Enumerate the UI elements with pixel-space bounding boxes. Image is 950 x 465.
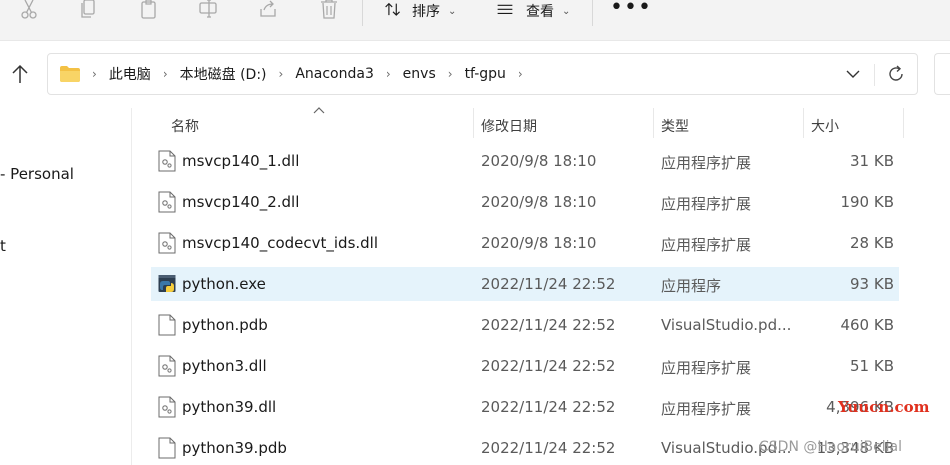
- column-header-size[interactable]: 大小: [811, 116, 839, 136]
- file-row[interactable]: python3.dll 2022/11/24 22:52 应用程序扩展 51 KB: [151, 349, 899, 383]
- dll-file-icon: [158, 191, 176, 213]
- file-size: 31 KB: [850, 152, 894, 170]
- column-header-date[interactable]: 修改日期: [481, 116, 537, 136]
- nav-item-partial[interactable]: t: [0, 237, 6, 255]
- toolbar-separator: [362, 0, 363, 26]
- sort-button[interactable]: 排序 ⌄: [382, 0, 456, 22]
- rename-icon[interactable]: [198, 0, 224, 22]
- file-type: 应用程序扩展: [661, 236, 752, 254]
- file-type: 应用程序: [661, 277, 722, 295]
- file-row[interactable]: msvcp140_2.dll 2020/9/8 18:10 应用程序扩展 190 KB: [151, 185, 899, 219]
- python-exe-icon: [158, 273, 176, 295]
- dll-file-icon: [158, 396, 176, 418]
- file-row[interactable]: python.exe 2022/11/24 22:52 应用程序 93 KB: [151, 267, 899, 301]
- chevron-right-icon[interactable]: ›: [518, 67, 523, 81]
- crumb-tf-gpu[interactable]: tf-gpu: [465, 66, 506, 82]
- file-name: msvcp140_1.dll: [182, 152, 300, 170]
- breadcrumb: › 此电脑 › 本地磁盘 (D:) › Anaconda3 › envs › t…: [60, 54, 535, 94]
- address-bar[interactable]: › 此电脑 › 本地磁盘 (D:) › Anaconda3 › envs › t…: [47, 53, 918, 95]
- dll-file-icon: [158, 150, 176, 172]
- file-name: python3.dll: [182, 357, 267, 375]
- dll-file-icon: [158, 355, 176, 377]
- up-arrow-icon[interactable]: [10, 64, 30, 84]
- file-type: 应用程序扩展: [661, 400, 752, 418]
- file-type: VisualStudio.pd...: [661, 316, 792, 334]
- more-options-button[interactable]: •••: [610, 0, 652, 19]
- file-row[interactable]: msvcp140_codecvt_ids.dll 2020/9/8 18:10 应用…: [151, 226, 899, 260]
- column-divider[interactable]: [903, 108, 904, 138]
- refresh-icon[interactable]: [886, 64, 906, 84]
- paste-icon[interactable]: [138, 0, 164, 22]
- file-name: python39.dll: [182, 398, 277, 416]
- chevron-right-icon[interactable]: ›: [163, 67, 168, 81]
- delete-icon[interactable]: [318, 0, 344, 22]
- nav-item-onedrive-personal[interactable]: - Personal: [0, 165, 74, 183]
- file-row[interactable]: python39.dll 2022/11/24 22:52 应用程序扩展 4,396 …: [151, 390, 899, 424]
- file-name: msvcp140_2.dll: [182, 193, 300, 211]
- file-name: msvcp140_codecvt_ids.dll: [182, 234, 379, 252]
- file-date: 2022/11/24 22:52: [481, 398, 616, 416]
- address-divider: [874, 64, 875, 86]
- file-date: 2022/11/24 22:52: [481, 316, 616, 334]
- column-header-name[interactable]: 名称: [171, 116, 199, 136]
- cut-icon[interactable]: [18, 0, 44, 22]
- chevron-right-icon[interactable]: ›: [279, 67, 284, 81]
- file-size: 93 KB: [850, 275, 894, 293]
- file-date: 2020/9/8 18:10: [481, 234, 597, 252]
- sort-ascending-icon: [313, 107, 325, 114]
- file-date: 2020/9/8 18:10: [481, 152, 597, 170]
- file-name: python39.pdb: [182, 439, 287, 457]
- file-type: 应用程序扩展: [661, 359, 752, 377]
- column-divider[interactable]: [653, 108, 654, 138]
- view-label: 查看: [526, 4, 554, 20]
- file-date: 2022/11/24 22:52: [481, 357, 616, 375]
- copy-icon[interactable]: [78, 0, 104, 22]
- chevron-down-icon: ⌄: [562, 5, 571, 17]
- view-list-icon: [497, 4, 513, 15]
- column-header-type[interactable]: 类型: [661, 116, 689, 136]
- file-row[interactable]: python.pdb 2022/11/24 22:52 VisualStudio.p…: [151, 308, 899, 342]
- folder-icon: [60, 66, 80, 82]
- file-name: python.pdb: [182, 316, 268, 334]
- chevron-right-icon: ›: [92, 67, 97, 81]
- command-bar: 排序 ⌄ 查看 ⌄ •••: [0, 0, 950, 41]
- chevron-down-icon: ⌄: [448, 5, 457, 17]
- column-divider[interactable]: [473, 108, 474, 138]
- file-date: 2020/9/8 18:10: [481, 193, 597, 211]
- toolbar-separator: [592, 0, 593, 26]
- column-divider[interactable]: [803, 108, 804, 138]
- sort-icon: [385, 2, 400, 16]
- share-icon[interactable]: [258, 0, 284, 22]
- file-size: 190 KB: [840, 193, 894, 211]
- file-size: 28 KB: [850, 234, 894, 252]
- search-box[interactable]: [934, 53, 950, 95]
- file-date: 2022/11/24 22:52: [481, 439, 616, 457]
- crumb-envs[interactable]: envs: [403, 66, 436, 82]
- watermark-site: Yuucn.com: [838, 398, 930, 416]
- file-date: 2022/11/24 22:52: [481, 275, 616, 293]
- chevron-right-icon[interactable]: ›: [448, 67, 453, 81]
- file-type: 应用程序扩展: [661, 195, 752, 213]
- file-size: 51 KB: [850, 357, 894, 375]
- view-button[interactable]: 查看 ⌄: [494, 0, 570, 22]
- history-dropdown-icon[interactable]: [845, 66, 861, 82]
- blank-file-icon: [158, 437, 176, 459]
- file-type: 应用程序扩展: [661, 154, 752, 172]
- crumb-this-pc[interactable]: 此电脑: [109, 64, 151, 84]
- crumb-anaconda3[interactable]: Anaconda3: [295, 66, 374, 82]
- file-name: python.exe: [182, 275, 266, 293]
- file-size: 460 KB: [840, 316, 894, 334]
- watermark-author: CSDN @HaoruiBelial: [759, 439, 903, 455]
- dll-file-icon: [158, 232, 176, 254]
- chevron-right-icon[interactable]: ›: [386, 67, 391, 81]
- sort-label: 排序: [412, 4, 440, 20]
- crumb-local-disk[interactable]: 本地磁盘 (D:): [180, 64, 267, 84]
- nav-pane-divider[interactable]: [131, 108, 132, 465]
- blank-file-icon: [158, 314, 176, 336]
- file-row[interactable]: msvcp140_1.dll 2020/9/8 18:10 应用程序扩展 31 KB: [151, 144, 899, 178]
